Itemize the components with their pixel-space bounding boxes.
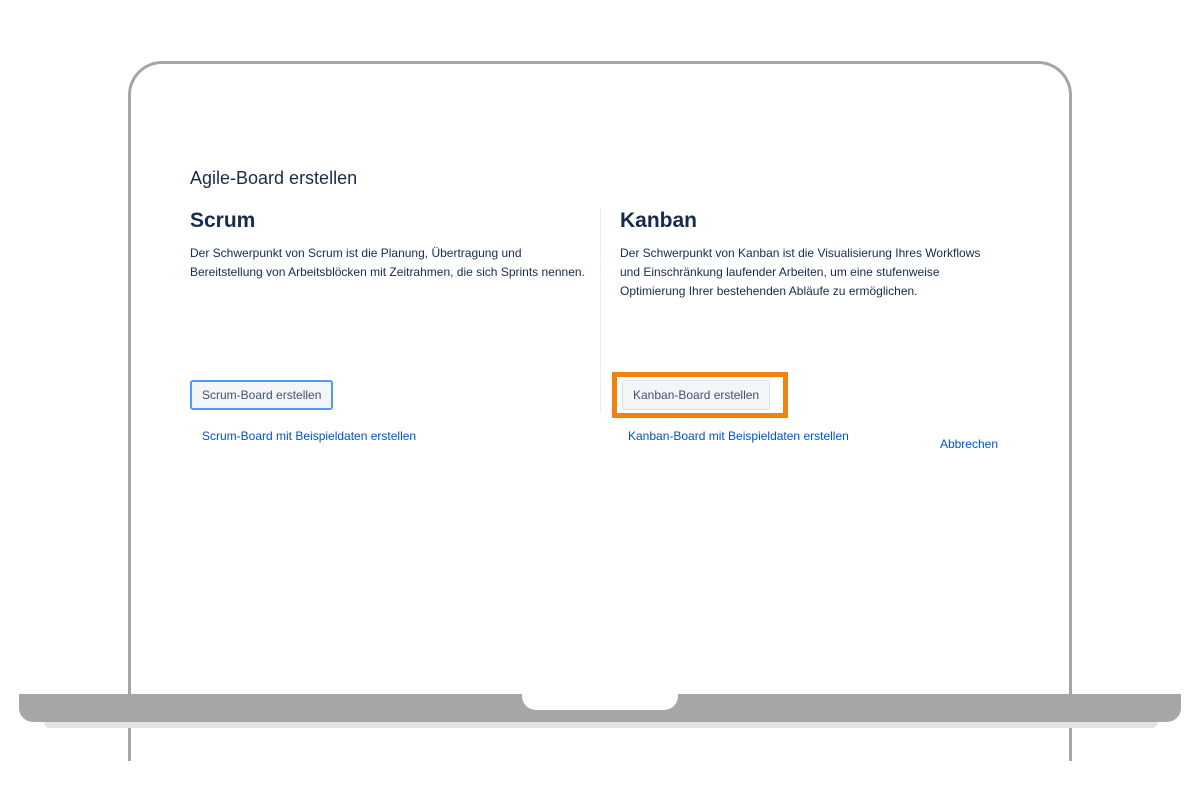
kanban-description: Der Schwerpunkt von Kanban ist die Visua… [620, 246, 981, 298]
scrum-sample-data-link[interactable]: Scrum-Board mit Beispieldaten erstellen [202, 429, 416, 443]
cancel-link[interactable]: Abbrechen [940, 437, 998, 451]
laptop-base-shadow [44, 722, 1158, 728]
kanban-column: Kanban Der Schwerpunkt von Kanban ist di… [612, 208, 1010, 443]
create-scrum-board-button[interactable]: Scrum-Board erstellen [190, 380, 334, 410]
scrum-description: Der Schwerpunkt von Scrum ist die Planun… [190, 246, 585, 279]
dialog-title: Agile-Board erstellen [190, 168, 358, 188]
scrum-column: Scrum Der Schwerpunkt von Scrum ist die … [190, 208, 590, 443]
column-divider [600, 208, 601, 413]
kanban-heading: Kanban [620, 209, 698, 232]
kanban-sample-data-link[interactable]: Kanban-Board mit Beispieldaten erstellen [628, 429, 849, 443]
create-kanban-board-button[interactable]: Kanban-Board erstellen [622, 380, 771, 410]
laptop-notch [522, 694, 678, 710]
stage: Agile-Board erstellen Scrum Der Schwerpu… [0, 0, 1200, 790]
scrum-heading: Scrum [190, 209, 256, 232]
